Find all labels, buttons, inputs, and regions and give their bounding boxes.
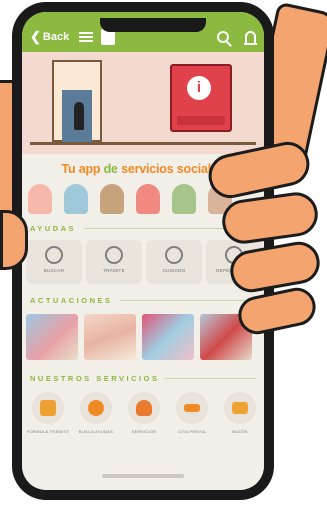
servicio-label: CITA PREVIA <box>178 429 206 434</box>
actuacion-card[interactable] <box>84 314 136 360</box>
person-icon <box>88 400 104 416</box>
info-icon: i <box>187 76 211 100</box>
ayuda-label: CUIDADO <box>162 268 186 273</box>
chevron-left-icon: ❮ <box>30 29 41 44</box>
gavel-icon <box>184 404 200 412</box>
floor-line <box>30 142 256 145</box>
illustration-stage: ❮ Back i Tu app de servicios sociales AY… <box>0 0 327 505</box>
search-icon[interactable] <box>217 31 229 43</box>
servicio-label: FORMULA TRÁMITE <box>26 429 70 434</box>
servicio-icon-wrap <box>80 392 112 424</box>
servicio-label: BUZÓN <box>232 429 248 434</box>
ayuda-item[interactable]: BUSCAR <box>26 240 82 284</box>
home-indicator <box>102 474 184 478</box>
back-button[interactable]: ❮ Back <box>30 29 69 45</box>
servicio-icon-wrap <box>176 392 208 424</box>
headline-part-1: Tu app <box>61 162 101 176</box>
actuacion-card[interactable] <box>142 314 194 360</box>
back-label: Back <box>42 31 70 43</box>
servicio-item[interactable]: SERVICIOS <box>122 392 166 454</box>
hero-illustration: i <box>22 52 264 154</box>
care-icon <box>165 246 183 264</box>
servicios-row: FORMULA TRÁMITE BUSCA AYUDAS SERVICIOS C… <box>26 392 264 454</box>
ayudas-row: BUSCAR TRÁMITE CUIDADO DEPENDENCIA <box>26 240 264 284</box>
heart-icon <box>136 400 152 416</box>
person-illustration <box>100 184 124 214</box>
servicio-label: SERVICIOS <box>131 429 157 434</box>
phone-notch <box>100 18 206 32</box>
headline-part-2: de <box>100 162 122 176</box>
actuaciones-row <box>26 314 264 360</box>
menu-icon[interactable] <box>79 32 94 42</box>
servicio-item[interactable]: BUZÓN <box>218 392 262 454</box>
servicio-icon-wrap <box>224 392 256 424</box>
section-divider <box>120 300 256 301</box>
section-divider <box>164 378 256 379</box>
person-illustration <box>28 184 52 214</box>
person-illustration <box>136 184 160 214</box>
actuacion-card[interactable] <box>26 314 78 360</box>
ayuda-label: BUSCAR <box>43 268 65 273</box>
person-figure <box>74 102 84 130</box>
servicio-item[interactable]: CITA PREVIA <box>170 392 214 454</box>
person-illustration <box>64 184 88 214</box>
ayuda-item[interactable]: TRÁMITE <box>86 240 142 284</box>
phone-device: ❮ Back i Tu app de servicios sociales AY… <box>12 2 274 500</box>
servicio-item[interactable]: BUSCA AYUDAS <box>74 392 118 454</box>
servicio-icon-wrap <box>128 392 160 424</box>
ayuda-label: TRÁMITE <box>103 268 125 273</box>
question-icon <box>40 400 56 416</box>
info-stand-sign <box>177 116 225 125</box>
phone-screen: ❮ Back i Tu app de servicios sociales AY… <box>22 12 264 490</box>
wheelchair-icon <box>105 246 123 264</box>
section-title-servicios: NUESTROS SERVICIOS <box>30 374 160 383</box>
section-title-actuaciones: ACTUACIONES <box>30 296 113 305</box>
section-title-ayudas: AYUDAS <box>30 224 76 233</box>
person-illustration <box>172 184 196 214</box>
bell-icon[interactable] <box>244 31 257 45</box>
servicio-item[interactable]: FORMULA TRÁMITE <box>26 392 70 454</box>
puzzle-icon <box>45 246 63 264</box>
servicio-icon-wrap <box>32 392 64 424</box>
servicio-label: BUSCA AYUDAS <box>78 429 114 434</box>
ayuda-item[interactable]: CUIDADO <box>146 240 202 284</box>
mail-icon <box>232 402 248 414</box>
